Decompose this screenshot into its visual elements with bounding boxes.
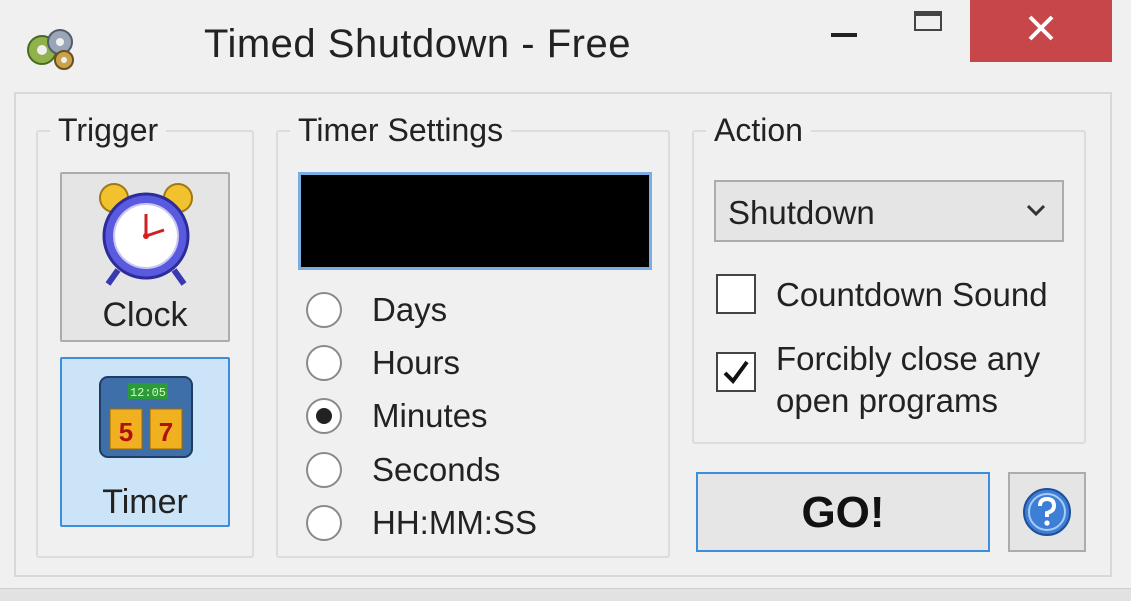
close-icon <box>1028 15 1054 41</box>
force-close-option[interactable]: Forcibly close any open programs <box>716 338 1040 422</box>
help-button[interactable] <box>1008 472 1086 552</box>
close-button[interactable] <box>970 0 1112 62</box>
trigger-legend: Trigger <box>50 112 167 148</box>
maximize-icon <box>914 11 942 31</box>
chevron-down-icon <box>1026 204 1046 217</box>
checkmark-icon <box>723 360 749 385</box>
radio-seconds-label: Seconds <box>372 451 501 488</box>
calendar-number-left: 5 <box>119 417 133 447</box>
window-title: Timed Shutdown - Free <box>204 22 631 66</box>
timer-trigger-label: Timer <box>102 483 188 521</box>
radio-days[interactable]: Days <box>306 288 447 332</box>
radio-days-label: Days <box>372 291 448 328</box>
timer-settings-legend: Timer Settings <box>290 112 512 148</box>
window-bottom-edge <box>0 588 1131 601</box>
app-gears-icon <box>27 29 74 70</box>
countdown-sound-option[interactable]: Countdown Sound <box>716 274 1048 316</box>
clock-trigger-button[interactable]: Clock <box>60 172 230 342</box>
go-button-label: GO! <box>801 488 885 537</box>
force-close-label-line2: open programs <box>776 382 998 419</box>
radio-hhmmss-button[interactable] <box>306 505 342 541</box>
action-select[interactable]: Shutdown <box>714 180 1064 242</box>
alarm-clock-icon <box>99 183 193 286</box>
countdown-sound-checkbox[interactable] <box>716 274 756 314</box>
clock-trigger-label: Clock <box>102 296 188 334</box>
force-close-label-line1: Forcibly close any <box>776 340 1041 377</box>
radio-hhmmss[interactable]: HH:MM:SS <box>306 501 537 545</box>
radio-hours-label: Hours <box>372 344 461 381</box>
calendar-number-right: 7 <box>159 417 173 447</box>
radio-seconds[interactable]: Seconds <box>306 448 500 492</box>
timer-trigger-button[interactable]: 12:05 5 7 Timer <box>60 357 230 527</box>
go-button[interactable]: GO! <box>696 472 990 552</box>
question-circle-icon <box>1023 488 1071 536</box>
maximize-button[interactable] <box>896 0 960 62</box>
force-close-label: Forcibly close any open programs <box>776 338 1040 422</box>
radio-hours-button[interactable] <box>306 345 342 381</box>
action-select-value: Shutdown <box>728 194 875 231</box>
radio-days-button[interactable] <box>306 292 342 328</box>
minimize-icon <box>831 33 857 37</box>
radio-hhmmss-label: HH:MM:SS <box>372 504 537 541</box>
timer-value-display[interactable] <box>298 172 652 270</box>
title-bar[interactable]: Timed Shutdown - Free <box>0 0 1131 92</box>
timed-shutdown-window: Timed Shutdown - Free Trigger Clock 12:0… <box>0 0 1131 601</box>
radio-minutes-label: Minutes <box>372 397 488 434</box>
calendar-timer-icon: 12:05 5 7 <box>99 376 193 458</box>
countdown-sound-label: Countdown Sound <box>776 276 1048 313</box>
action-legend: Action <box>706 112 811 148</box>
radio-seconds-button[interactable] <box>306 452 342 488</box>
calendar-time-text: 12:05 <box>130 386 166 400</box>
force-close-checkbox[interactable] <box>716 352 756 392</box>
radio-minutes[interactable]: Minutes <box>306 394 488 438</box>
minimize-button[interactable] <box>812 0 876 62</box>
radio-minutes-button[interactable] <box>306 398 342 434</box>
radio-hours[interactable]: Hours <box>306 341 460 385</box>
